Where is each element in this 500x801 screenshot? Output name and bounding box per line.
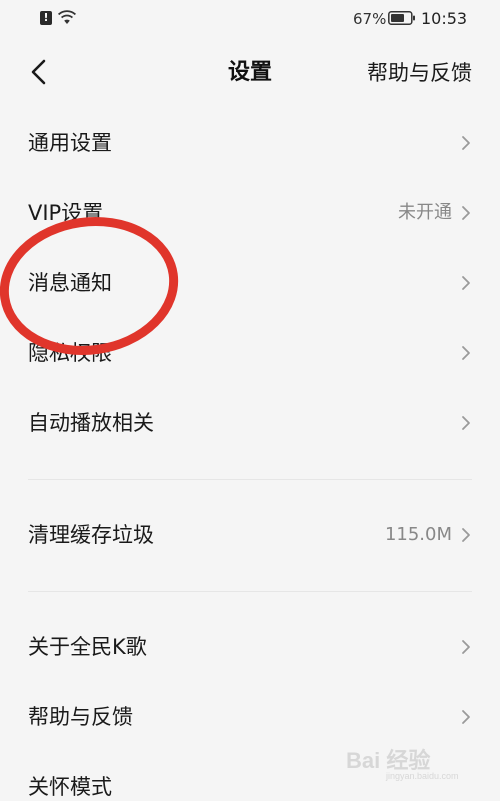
help-feedback-link[interactable]: 帮助与反馈 bbox=[367, 58, 472, 88]
settings-item-label: 消息通知 bbox=[28, 271, 112, 295]
chevron-right-icon bbox=[462, 206, 470, 220]
section-divider bbox=[28, 479, 472, 480]
settings-item-label: 帮助与反馈 bbox=[28, 705, 133, 729]
settings-item-about[interactable]: 关于全民K歌 bbox=[0, 612, 500, 682]
settings-item-general[interactable]: 通用设置 bbox=[0, 108, 500, 178]
settings-item-label: 关怀模式 bbox=[28, 775, 112, 799]
alert-icon: ! bbox=[40, 11, 52, 25]
back-button[interactable] bbox=[22, 54, 58, 90]
chevron-right-icon bbox=[462, 416, 470, 430]
settings-item-label: 清理缓存垃圾 bbox=[28, 523, 154, 547]
chevron-left-icon bbox=[31, 59, 46, 85]
settings-item-help-feedback[interactable]: 帮助与反馈 bbox=[0, 682, 500, 752]
settings-item-clear-cache[interactable]: 清理缓存垃圾 115.0M bbox=[0, 500, 500, 570]
chevron-right-icon bbox=[462, 346, 470, 360]
settings-screen: ! 67% 10:53 设置 帮助与反馈 通用设置 VIP设置 未开通 消息通知… bbox=[0, 0, 500, 801]
vip-status-value: 未开通 bbox=[398, 202, 452, 223]
clock-time: 10:53 bbox=[421, 9, 468, 28]
chevron-right-icon bbox=[462, 640, 470, 654]
settings-item-label: 自动播放相关 bbox=[28, 411, 154, 435]
settings-item-privacy[interactable]: 隐私权限 bbox=[0, 318, 500, 388]
cache-size-value: 115.0M bbox=[384, 524, 452, 545]
battery-icon bbox=[388, 11, 415, 25]
wifi-icon bbox=[57, 10, 77, 24]
battery-percent: 67% bbox=[353, 10, 387, 28]
settings-item-notifications[interactable]: 消息通知 bbox=[0, 248, 500, 318]
settings-item-label: 关于全民K歌 bbox=[28, 635, 147, 659]
settings-list: 通用设置 VIP设置 未开通 消息通知 隐私权限 自动播放相关 清理缓存垃圾 1… bbox=[0, 108, 500, 801]
settings-item-autoplay[interactable]: 自动播放相关 bbox=[0, 388, 500, 458]
nav-bar: 设置 帮助与反馈 bbox=[0, 38, 500, 108]
chevron-right-icon bbox=[462, 136, 470, 150]
settings-item-label: 隐私权限 bbox=[28, 341, 112, 365]
settings-item-care-mode[interactable]: 关怀模式 bbox=[0, 752, 500, 801]
status-bar: ! 67% 10:53 bbox=[0, 0, 500, 38]
chevron-right-icon bbox=[462, 276, 470, 290]
section-divider bbox=[28, 591, 472, 592]
settings-item-label: VIP设置 bbox=[28, 201, 104, 225]
chevron-right-icon bbox=[462, 710, 470, 724]
chevron-right-icon bbox=[462, 528, 470, 542]
settings-item-vip[interactable]: VIP设置 未开通 bbox=[0, 178, 500, 248]
settings-item-label: 通用设置 bbox=[28, 131, 112, 155]
